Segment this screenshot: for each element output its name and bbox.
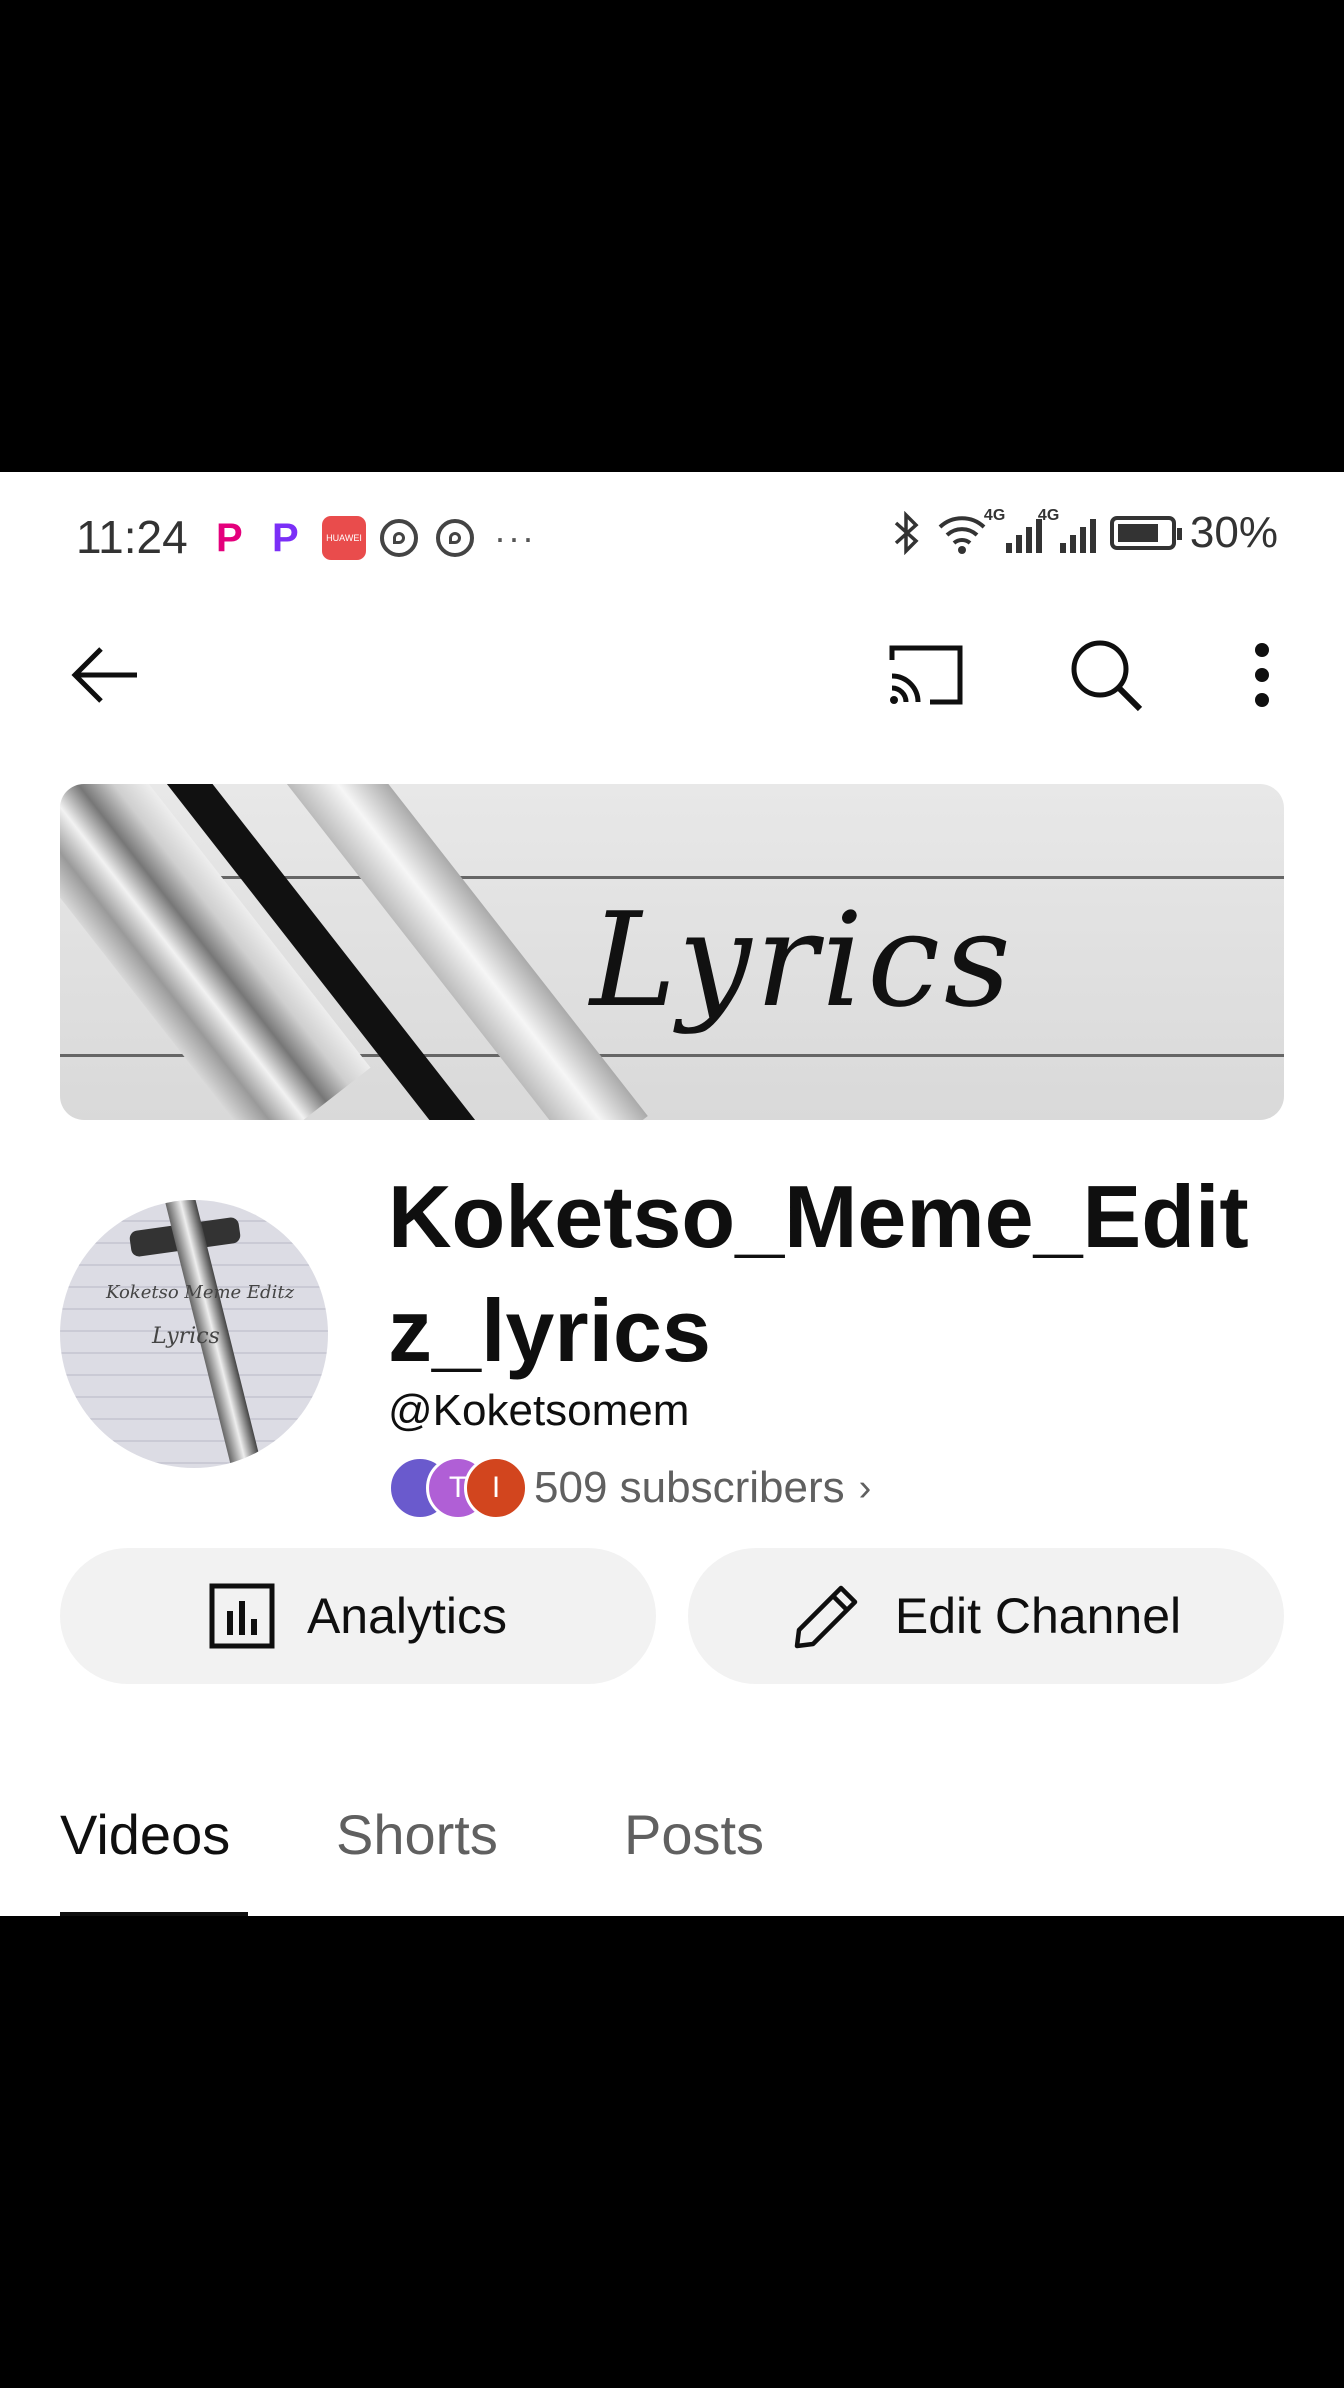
status-right: 4G 4G 30% — [892, 507, 1278, 558]
tab-videos[interactable]: Videos — [60, 1802, 230, 1867]
tab-shorts[interactable]: Shorts — [336, 1802, 498, 1867]
analytics-icon — [209, 1583, 275, 1649]
edit-channel-label: Edit Channel — [894, 1588, 1182, 1644]
screen: 11:24 P P HUAWEI ··· 4G 4G 30% Lyrics Ko… — [0, 472, 1344, 1916]
pinterest-notification-icon: P — [216, 515, 243, 560]
analytics-label: Analytics — [306, 1588, 508, 1644]
appgallery-notification-icon: HUAWEI — [322, 516, 366, 560]
battery-percent: 30% — [1189, 508, 1278, 557]
more-options-button[interactable] — [1234, 630, 1290, 720]
cast-icon — [889, 645, 963, 705]
cell-signal-icon: 4G — [984, 507, 1042, 553]
analytics-button[interactable]: Analytics — [60, 1548, 656, 1684]
subscriber-count: 509 subscribers — [534, 1463, 845, 1512]
channel-banner: Lyrics — [60, 784, 1284, 1120]
app-bar — [0, 622, 1344, 722]
search-icon — [1071, 640, 1143, 712]
channel-name: Koketso_Meme_Editz_lyrics — [388, 1167, 1249, 1380]
battery-icon — [1109, 516, 1182, 550]
chevron-right-icon: › — [858, 1466, 872, 1509]
channel-avatar[interactable]: Koketso Meme Editz Lyrics — [60, 1200, 328, 1468]
status-time: 11:24 — [76, 511, 188, 563]
channel-tabs: Videos Shorts Posts — [0, 1772, 1344, 1916]
wifi-icon — [938, 516, 986, 554]
more-notifications-icon: ··· — [494, 517, 536, 558]
banner-handwriting: Lyrics — [590, 884, 1015, 1036]
bluetooth-icon — [894, 511, 919, 555]
search-button[interactable] — [1058, 630, 1154, 720]
channel-handle: @Koketsomem — [388, 1386, 690, 1435]
back-arrow-icon — [71, 647, 137, 703]
whatsapp-notification-icon — [380, 516, 418, 560]
subscriber-avatar: I — [464, 1456, 528, 1520]
cast-button[interactable] — [876, 630, 976, 720]
edit-channel-button[interactable]: Edit Channel — [688, 1548, 1284, 1684]
status-bar: 11:24 P P HUAWEI ··· 4G 4G 30% — [0, 472, 1344, 602]
subscribers-row[interactable]: T I 509 subscribers › — [388, 1456, 871, 1520]
subscriber-avatars: T I — [388, 1456, 528, 1520]
whatsapp-notification-icon-2 — [436, 516, 474, 560]
pinterest-notification-icon-2: P — [272, 515, 299, 560]
more-vertical-icon — [1255, 643, 1269, 707]
cell-signal-icon-2: 4G — [1038, 507, 1096, 553]
pencil-icon — [794, 1585, 858, 1649]
back-button[interactable] — [60, 630, 150, 720]
active-tab-indicator — [60, 1912, 248, 1916]
tab-posts[interactable]: Posts — [624, 1802, 764, 1867]
